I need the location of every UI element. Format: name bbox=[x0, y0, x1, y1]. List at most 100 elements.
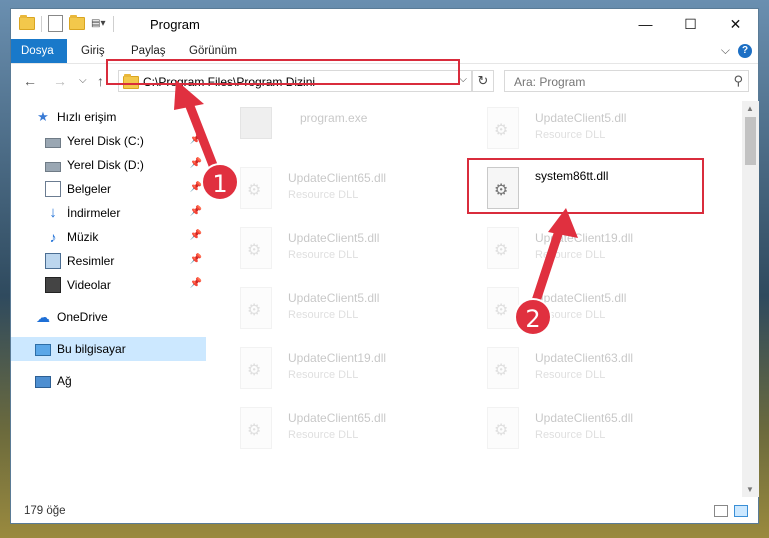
sidebar-item-network[interactable]: Ağ bbox=[11, 369, 206, 393]
address-highlight-box bbox=[106, 59, 460, 85]
pin-icon[interactable]: 📌 bbox=[190, 206, 202, 217]
file-name: UpdateClient19.dll bbox=[288, 351, 387, 365]
sidebar-item-this-pc[interactable]: Bu bilgisayar bbox=[11, 337, 206, 361]
recent-locations-button[interactable]: ⌵ bbox=[79, 75, 87, 86]
sidebar-item-documents[interactable]: Belgeler 📌 bbox=[11, 177, 206, 201]
sidebar-item-downloads[interactable]: ↓ İndirmeler 📌 bbox=[11, 201, 206, 225]
status-bar: 179 öğe bbox=[11, 501, 758, 523]
dll-file-icon: ⚙ bbox=[240, 347, 272, 389]
drive-icon bbox=[45, 137, 61, 148]
file-item[interactable]: ⚙ UpdateClient65.dll Resource DLL bbox=[240, 167, 470, 223]
details-view-icon[interactable] bbox=[714, 505, 728, 517]
large-icons-view-icon[interactable] bbox=[734, 505, 748, 517]
divider bbox=[41, 15, 42, 32]
item-count: 179 öğe bbox=[24, 505, 66, 517]
computer-icon bbox=[35, 344, 51, 356]
sidebar-item-videos[interactable]: Videolar 📌 bbox=[11, 273, 206, 297]
file-type: Resource DLL bbox=[288, 249, 359, 261]
sidebar-item-local-disk-d[interactable]: Yerel Disk (D:) 📌 bbox=[11, 153, 206, 177]
dll-file-icon: ⚙ bbox=[240, 407, 272, 449]
file-item[interactable]: ⚙ UpdateClient65.dll Resource DLL bbox=[240, 407, 470, 463]
forward-button[interactable]: → bbox=[53, 73, 67, 89]
dll-file-icon: ⚙ bbox=[240, 167, 272, 209]
sidebar-item-music[interactable]: ♪ Müzik 📌 bbox=[11, 225, 206, 249]
navigation-pane: ★ Hızlı erişim Yerel Disk (C:) 📌 Yerel D… bbox=[11, 101, 207, 491]
file-type: Resource DLL bbox=[535, 249, 606, 261]
dll-file-icon: ⚙ bbox=[240, 227, 272, 269]
pictures-icon bbox=[45, 253, 61, 269]
documents-icon bbox=[45, 181, 61, 197]
ribbon-collapse-icon[interactable]: ⌵ bbox=[721, 43, 730, 58]
pin-icon[interactable]: 📌 bbox=[190, 254, 202, 265]
file-item[interactable]: ⚙ UpdateClient65.dll Resource DLL bbox=[487, 407, 717, 463]
file-name: UpdateClient65.dll bbox=[288, 411, 387, 425]
download-icon: ↓ bbox=[49, 204, 57, 221]
customize-toolbar-icon[interactable]: ▤▾ bbox=[91, 16, 107, 32]
search-icon: ⚲ bbox=[733, 73, 743, 88]
sidebar-item-label: OneDrive bbox=[57, 310, 108, 324]
sidebar-item-pictures[interactable]: Resimler 📌 bbox=[11, 249, 206, 273]
pin-icon[interactable]: 📌 bbox=[190, 134, 202, 145]
file-type: Resource DLL bbox=[535, 129, 606, 141]
file-type: Resource DLL bbox=[288, 369, 359, 381]
file-name: UpdateClient65.dll bbox=[535, 411, 634, 425]
star-icon: ★ bbox=[37, 109, 49, 124]
sidebar-item-label: İndirmeler bbox=[67, 206, 121, 220]
file-name: program.exe bbox=[300, 111, 368, 125]
file-type: Resource DLL bbox=[535, 369, 606, 381]
file-name: UpdateClient63.dll bbox=[535, 351, 634, 365]
sidebar-item-label: Belgeler bbox=[67, 182, 112, 196]
file-item-program-exe[interactable]: program.exe bbox=[240, 107, 470, 163]
file-name: UpdateClient5.dll bbox=[535, 111, 627, 125]
pin-icon[interactable]: 📌 bbox=[190, 230, 202, 241]
file-name: UpdateClient5.dll bbox=[288, 291, 380, 305]
new-folder-icon[interactable] bbox=[69, 15, 85, 30]
pin-icon[interactable]: 📌 bbox=[190, 158, 202, 169]
cloud-icon: ☁ bbox=[36, 309, 50, 325]
file-item[interactable]: ⚙ UpdateClient63.dll Resource DLL bbox=[487, 347, 717, 403]
tab-dosya[interactable]: Dosya bbox=[11, 39, 67, 63]
sidebar-item-onedrive[interactable]: ☁ OneDrive bbox=[11, 305, 206, 329]
file-type: Resource DLL bbox=[535, 429, 606, 441]
sidebar-item-label: Yerel Disk (C:) bbox=[67, 134, 144, 148]
dll-file-icon: ⚙ bbox=[487, 107, 519, 149]
search-input[interactable] bbox=[512, 72, 716, 92]
sidebar-item-label: Yerel Disk (D:) bbox=[67, 158, 144, 172]
file-name: UpdateClient5.dll bbox=[288, 231, 380, 245]
file-item[interactable]: ⚙ UpdateClient5.dll Resource DLL bbox=[240, 287, 470, 343]
sidebar-item-label: Resimler bbox=[67, 254, 115, 268]
sidebar-item-local-disk-c[interactable]: Yerel Disk (C:) 📌 bbox=[11, 129, 206, 153]
minimize-button[interactable]: — bbox=[623, 9, 668, 39]
address-dropdown-icon[interactable]: ⌵ bbox=[459, 74, 467, 85]
file-item[interactable]: ⚙ UpdateClient19.dll Resource DLL bbox=[487, 227, 717, 283]
callout-badge-2: 2 bbox=[514, 298, 552, 336]
file-name: UpdateClient65.dll bbox=[288, 171, 387, 185]
scroll-up-icon[interactable]: ▲ bbox=[746, 104, 754, 113]
scroll-down-icon[interactable]: ▼ bbox=[746, 485, 754, 494]
up-button[interactable]: ↑ bbox=[97, 73, 104, 89]
file-item[interactable]: ⚙ UpdateClient19.dll Resource DLL bbox=[240, 347, 470, 403]
back-button[interactable]: ← bbox=[23, 73, 37, 89]
search-box[interactable]: ⚲ bbox=[504, 70, 749, 92]
file-type: Resource DLL bbox=[288, 189, 359, 201]
file-item[interactable]: ⚙ UpdateClient5.dll Resource DLL bbox=[240, 227, 470, 283]
dll-file-icon: ⚙ bbox=[240, 287, 272, 329]
folder-icon bbox=[19, 15, 35, 30]
dll-file-icon: ⚙ bbox=[487, 347, 519, 389]
scrollbar-thumb[interactable] bbox=[745, 117, 756, 165]
close-button[interactable]: ✕ bbox=[713, 9, 758, 39]
properties-icon[interactable] bbox=[48, 15, 63, 32]
videos-icon bbox=[45, 277, 61, 293]
file-highlight-box bbox=[467, 158, 704, 214]
vertical-scrollbar[interactable]: ▲ ▼ bbox=[742, 101, 759, 497]
file-item[interactable]: ⚙ UpdateClient5.dll Resource DLL bbox=[487, 107, 717, 163]
quick-access-toolbar: ▤▾ bbox=[19, 15, 114, 32]
maximize-button[interactable]: ☐ bbox=[668, 9, 713, 39]
sidebar-item-label: Videolar bbox=[67, 278, 111, 292]
pin-icon[interactable]: 📌 bbox=[190, 278, 202, 289]
refresh-button[interactable]: ↻ bbox=[472, 70, 494, 92]
music-icon: ♪ bbox=[49, 229, 57, 245]
sidebar-item-quick-access[interactable]: ★ Hızlı erişim bbox=[11, 105, 206, 129]
sidebar-item-label: Hızlı erişim bbox=[57, 110, 117, 124]
help-icon[interactable]: ? bbox=[738, 43, 752, 58]
